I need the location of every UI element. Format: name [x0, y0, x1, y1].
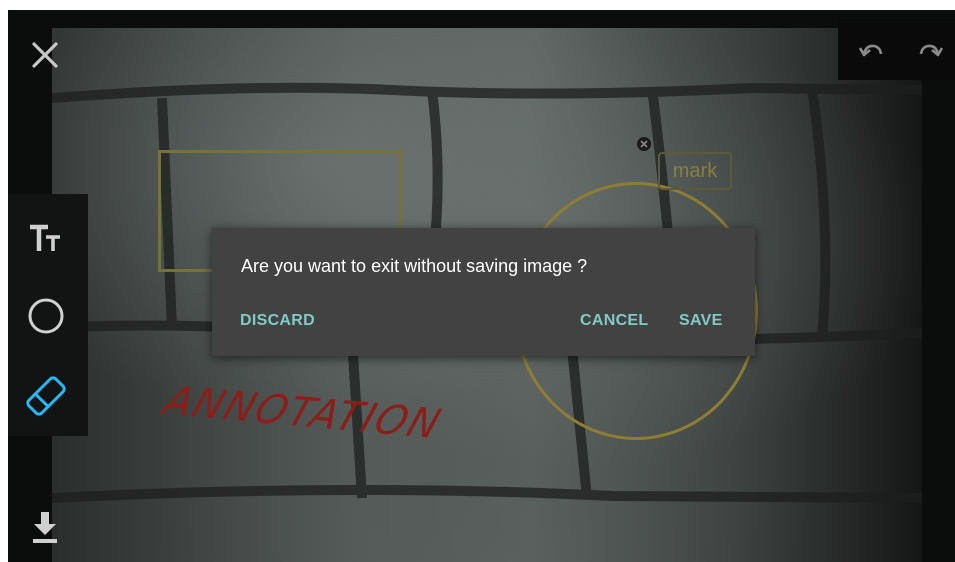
save-button[interactable]: SAVE — [679, 312, 723, 330]
eraser-tool-button[interactable] — [20, 372, 72, 420]
redo-button[interactable] — [916, 36, 946, 66]
download-button[interactable] — [30, 510, 60, 546]
exit-confirm-dialog: Are you want to exit without saving imag… — [212, 228, 755, 356]
circle-tool-button[interactable] — [20, 292, 72, 340]
eraser-tool-icon — [26, 376, 66, 416]
download-icon — [33, 512, 57, 543]
editor-screen: mark ANNOTATION Are you want to exit wit… — [8, 10, 955, 562]
undo-redo-bar — [838, 20, 955, 80]
dialog-message: Are you want to exit without saving imag… — [241, 256, 588, 276]
undo-button[interactable] — [856, 36, 886, 66]
text-tool-button[interactable] — [20, 214, 72, 262]
circle-tool-icon — [28, 298, 64, 334]
delete-mark-icon[interactable] — [636, 136, 652, 152]
cancel-button[interactable]: CANCEL — [580, 312, 648, 330]
tool-panel — [8, 194, 88, 436]
close-button[interactable] — [28, 38, 62, 72]
undo-icon — [858, 44, 883, 57]
discard-button[interactable]: DISCARD — [240, 312, 315, 330]
text-tool-icon — [30, 224, 60, 251]
mark-text-annotation[interactable]: mark — [658, 152, 732, 190]
close-icon — [32, 42, 58, 68]
redo-icon — [919, 44, 944, 57]
